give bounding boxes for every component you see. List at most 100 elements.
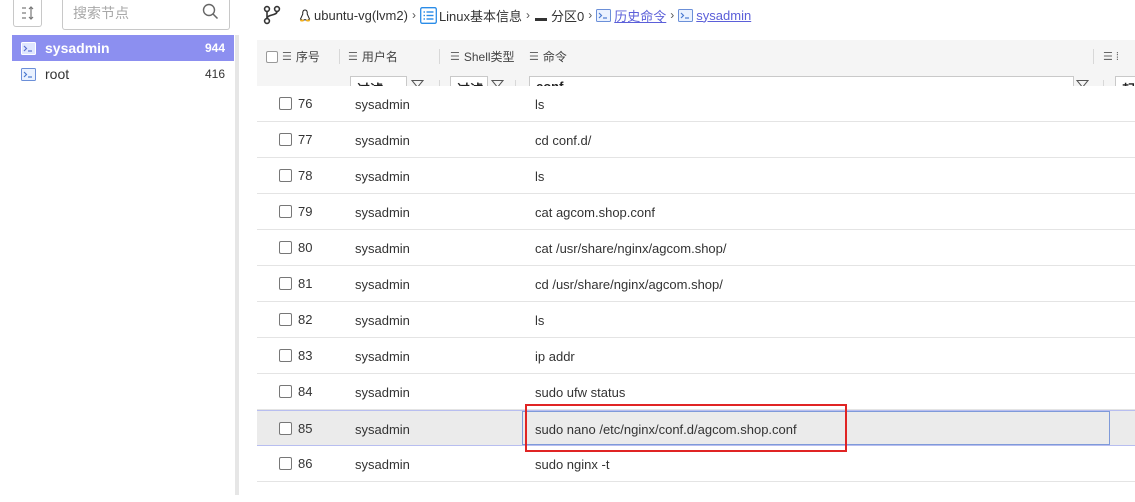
header-command[interactable]: ☰ 命令 [529, 40, 567, 73]
header-label: 命令 [542, 50, 567, 64]
chevron-right-icon: › [526, 8, 531, 22]
header-seq[interactable]: ☰ 序号 [266, 40, 320, 73]
select-all-checkbox[interactable] [266, 50, 278, 63]
row-checkbox[interactable] [279, 457, 292, 470]
row-seq: 86 [298, 456, 313, 471]
row-user: sysadmin [355, 277, 410, 292]
node-panel: sysadmin 944 root 416 [0, 0, 245, 502]
search-icon[interactable] [202, 3, 219, 20]
branch-icon [263, 5, 281, 25]
row-command: ls [535, 169, 545, 184]
row-checkbox[interactable] [279, 97, 292, 110]
node-toolbar [0, 0, 245, 33]
node-label: root [45, 66, 70, 82]
column-menu-icon[interactable]: ☰ [348, 50, 358, 63]
row-seq: 78 [298, 168, 313, 183]
row-checkbox[interactable] [279, 313, 292, 326]
list-icon [419, 6, 437, 24]
row-user: sysadmin [355, 422, 410, 437]
row-command: ls [535, 97, 545, 112]
chevron-right-icon: › [670, 8, 675, 22]
table-row[interactable]: 82 sysadmin ls [257, 302, 1135, 338]
row-command: sudo ufw status [535, 385, 626, 400]
row-checkbox[interactable] [279, 277, 292, 290]
table-row[interactable]: 76 sysadmin ls [257, 86, 1135, 122]
node-count: 416 [204, 67, 225, 81]
row-checkbox[interactable] [279, 241, 292, 254]
crumb-history[interactable]: 历史命令 › [596, 6, 678, 25]
node-search-input[interactable] [73, 3, 193, 23]
header-label: 序号 [295, 50, 320, 64]
table-row[interactable]: 78 sysadmin ls [257, 158, 1135, 194]
node-count: 944 [204, 41, 225, 55]
table-row[interactable]: 84 sysadmin sudo ufw status [257, 374, 1135, 410]
partition-icon [535, 17, 548, 21]
header-user[interactable]: ☰ 用户名 [348, 40, 398, 73]
crumb-label: 分区0 [551, 8, 585, 24]
column-menu-icon[interactable]: ☰ [529, 50, 539, 63]
row-user: sysadmin [355, 133, 410, 148]
row-user: sysadmin [355, 241, 410, 256]
table-row[interactable]: 77 sysadmin cd conf.d/ [257, 122, 1135, 158]
row-checkbox[interactable] [279, 422, 292, 435]
table-row[interactable]: 85 sysadmin sudo nano /etc/nginx/conf.d/ag… [257, 410, 1135, 446]
row-command: cat agcom.shop.conf [535, 205, 655, 220]
row-seq: 85 [298, 421, 313, 436]
table-row[interactable]: 79 sysadmin cat agcom.shop.conf [257, 194, 1135, 230]
crumb-linux-info[interactable]: Linux基本信息 › [419, 6, 534, 25]
row-user: sysadmin [355, 313, 410, 328]
crumb-label: 历史命令 [614, 8, 667, 24]
branch-button[interactable] [257, 1, 287, 29]
chevron-right-icon: › [588, 8, 593, 22]
row-seq: 82 [298, 312, 313, 327]
column-menu-icon[interactable]: ☰ ⁞ [1103, 50, 1119, 63]
node-list-scrollbar[interactable] [235, 35, 239, 495]
crumb-sysadmin[interactable]: sysadmin [678, 8, 751, 23]
row-checkbox[interactable] [279, 385, 292, 398]
row-checkbox[interactable] [279, 349, 292, 362]
crumb-partition[interactable]: 分区0 › [534, 6, 596, 25]
row-command: sudo nginx -t [535, 457, 610, 472]
terminal-icon [21, 67, 36, 81]
row-command: cd conf.d/ [535, 133, 592, 148]
table-row[interactable]: 80 sysadmin cat /usr/share/nginx/agcom.sho… [257, 230, 1135, 266]
crumb-disk[interactable]: ubuntu-vg(lvm2) › [299, 8, 420, 23]
node-item-root[interactable]: root 416 [12, 61, 234, 87]
column-divider[interactable] [439, 49, 440, 64]
table-row[interactable]: 81 sysadmin cd /usr/share/nginx/agcom.shop… [257, 266, 1135, 302]
row-seq: 77 [298, 132, 313, 147]
row-seq: 81 [298, 276, 313, 291]
node-item-sysadmin[interactable]: sysadmin 944 [12, 35, 234, 61]
row-seq: 83 [298, 348, 313, 363]
column-divider[interactable] [1093, 49, 1094, 64]
table-row[interactable]: 83 sysadmin ip addr [257, 338, 1135, 374]
header-shell[interactable]: ☰ Shell类型 [450, 40, 515, 73]
table-row[interactable]: 86 sysadmin sudo nginx -t [257, 446, 1135, 482]
crumb-label: sysadmin [696, 7, 752, 23]
row-checkbox[interactable] [279, 205, 292, 218]
row-command: cat /usr/share/nginx/agcom.shop/ [535, 241, 727, 256]
header-next[interactable]: ☰ ⁞ [1103, 40, 1123, 73]
header-label: 用户名 [361, 50, 398, 64]
row-checkbox[interactable] [279, 169, 292, 182]
column-menu-icon[interactable]: ☰ [282, 50, 292, 63]
row-seq: 76 [298, 96, 313, 111]
sort-icon [21, 6, 33, 20]
terminal-icon [596, 8, 612, 22]
terminal-icon [21, 41, 36, 55]
row-user: sysadmin [355, 169, 410, 184]
row-command: ip addr [535, 349, 575, 364]
sort-button[interactable] [13, 0, 42, 27]
row-seq: 84 [298, 384, 313, 399]
row-user: sysadmin [355, 97, 410, 112]
row-seq: 79 [298, 204, 313, 219]
terminal-icon [678, 8, 694, 22]
row-checkbox[interactable] [279, 133, 292, 146]
row-user: sysadmin [355, 385, 410, 400]
row-user: sysadmin [355, 349, 410, 364]
column-menu-icon[interactable]: ☰ [450, 50, 460, 63]
column-divider[interactable] [339, 49, 340, 64]
row-command: ls [535, 313, 545, 328]
header-label: Shell类型 [463, 50, 515, 64]
row-seq: 80 [298, 240, 313, 255]
